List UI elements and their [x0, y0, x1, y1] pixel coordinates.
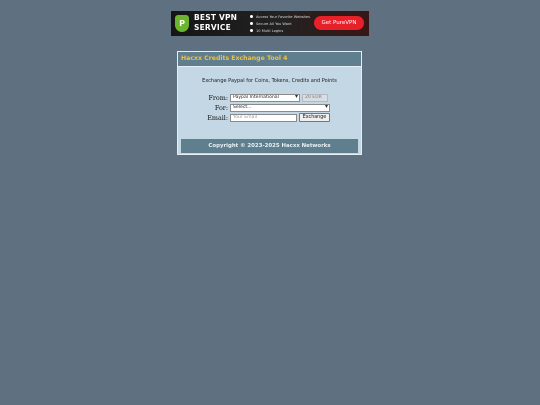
get-purevpn-button[interactable]: Get PureVPN	[314, 16, 364, 30]
email-input[interactable]: Your Email	[230, 114, 297, 122]
ad-banner[interactable]: P BEST VPN SERVICE Access Your Favorite …	[171, 11, 369, 36]
devices-icon	[250, 29, 253, 32]
ad-features: Access Your Favorite Websites Secure All…	[250, 13, 310, 34]
ad-feature: Access Your Favorite Websites	[250, 13, 310, 20]
copyright-footer: Copyright © 2023-2025 Hacxx Networks	[181, 139, 358, 153]
email-row: Email: Your Email Exchange	[178, 113, 361, 122]
ad-feature: Secure All You Want	[250, 20, 310, 27]
ad-title: BEST VPN SERVICE	[194, 13, 244, 33]
check-icon	[250, 22, 253, 25]
exchange-panel: Hacxx Credits Exchange Tool 4 Exchange P…	[177, 51, 362, 155]
from-select[interactable]: Paypal International	[230, 94, 300, 102]
ad-title-line1: BEST VPN	[194, 13, 238, 22]
lock-icon	[250, 15, 253, 18]
for-select[interactable]: Select...	[230, 104, 330, 112]
purevpn-logo-icon: P	[175, 15, 189, 32]
from-row: From: Paypal International 20 EUR	[178, 93, 361, 102]
from-label: From:	[208, 93, 228, 102]
panel-subtitle: Exchange Paypal for Coins, Tokens, Credi…	[202, 78, 337, 84]
email-label: Email:	[207, 113, 228, 122]
for-label: For:	[214, 103, 228, 112]
ad-title-line2: SERVICE	[194, 23, 231, 32]
ad-feature: 10 Multi Logins	[250, 27, 310, 34]
panel-title: Hacxx Credits Exchange Tool 4	[178, 52, 361, 67]
for-row: For: Select...	[178, 103, 361, 112]
amount-field[interactable]: 20 EUR	[302, 94, 328, 102]
exchange-button[interactable]: Exchange	[299, 113, 330, 122]
